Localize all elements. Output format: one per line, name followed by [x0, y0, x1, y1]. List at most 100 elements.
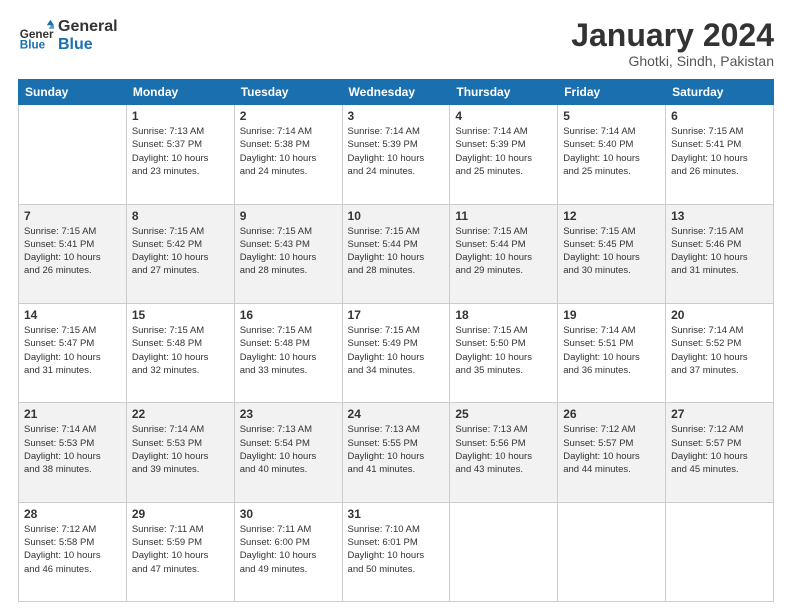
day-number: 15 [132, 308, 229, 322]
cell-content: Sunrise: 7:11 AMSunset: 5:59 PMDaylight:… [132, 523, 229, 576]
calendar-cell: 6Sunrise: 7:15 AMSunset: 5:41 PMDaylight… [666, 105, 774, 204]
calendar-header-friday: Friday [558, 80, 666, 105]
day-number: 28 [24, 507, 121, 521]
calendar-cell: 30Sunrise: 7:11 AMSunset: 6:00 PMDayligh… [234, 502, 342, 601]
calendar-cell: 15 Sunrise: 7:15 AMSunset: 5:48 PMDayligh… [126, 303, 234, 402]
day-number: 9 [240, 209, 337, 223]
day-number: 1 [132, 109, 229, 123]
calendar-cell: 19Sunrise: 7:14 AMSunset: 5:51 PMDayligh… [558, 303, 666, 402]
calendar-week-row: 28 Sunrise: 7:12 AMSunset: 5:58 PMDayligh… [19, 502, 774, 601]
day-number: 26 [563, 407, 660, 421]
cell-content: Sunrise: 7:12 AMSunset: 5:57 PMDaylight:… [671, 423, 768, 476]
cell-content: Sunrise: 7:13 AMSunset: 5:37 PMDaylight:… [132, 125, 229, 178]
calendar-table: SundayMondayTuesdayWednesdayThursdayFrid… [18, 79, 774, 602]
day-number: 20 [671, 308, 768, 322]
calendar-header-tuesday: Tuesday [234, 80, 342, 105]
cell-content: Sunrise: 7:15 AMSunset: 5:44 PMDaylight:… [455, 225, 552, 278]
calendar-cell: 25Sunrise: 7:13 AMSunset: 5:56 PMDayligh… [450, 403, 558, 502]
day-number: 29 [132, 507, 229, 521]
header: General Blue General Blue January 2024 G… [18, 18, 774, 69]
calendar-header-monday: Monday [126, 80, 234, 105]
calendar-cell: 7 Sunrise: 7:15 AMSunset: 5:41 PMDaylight… [19, 204, 127, 303]
calendar-week-row: 1 Sunrise: 7:13 AMSunset: 5:37 PMDaylight… [19, 105, 774, 204]
cell-content: Sunrise: 7:15 AMSunset: 5:43 PMDaylight:… [240, 225, 337, 278]
cell-content: Sunrise: 7:15 AMSunset: 5:49 PMDaylight:… [348, 324, 445, 377]
calendar-header-thursday: Thursday [450, 80, 558, 105]
day-number: 13 [671, 209, 768, 223]
day-number: 22 [132, 407, 229, 421]
day-number: 2 [240, 109, 337, 123]
calendar-cell: 27 Sunrise: 7:12 AMSunset: 5:57 PMDayligh… [666, 403, 774, 502]
calendar-cell: 26Sunrise: 7:12 AMSunset: 5:57 PMDayligh… [558, 403, 666, 502]
cell-content: Sunrise: 7:13 AMSunset: 5:56 PMDaylight:… [455, 423, 552, 476]
calendar-cell: 23 Sunrise: 7:13 AMSunset: 5:54 PMDayligh… [234, 403, 342, 502]
calendar-header-sunday: Sunday [19, 80, 127, 105]
calendar-cell: 28 Sunrise: 7:12 AMSunset: 5:58 PMDayligh… [19, 502, 127, 601]
day-number: 23 [240, 407, 337, 421]
cell-content: Sunrise: 7:15 AMSunset: 5:45 PMDaylight:… [563, 225, 660, 278]
calendar-cell: 24Sunrise: 7:13 AMSunset: 5:55 PMDayligh… [342, 403, 450, 502]
cell-content: Sunrise: 7:12 AMSunset: 5:58 PMDaylight:… [24, 523, 121, 576]
day-number: 11 [455, 209, 552, 223]
day-number: 16 [240, 308, 337, 322]
calendar-cell: 29 Sunrise: 7:11 AMSunset: 5:59 PMDayligh… [126, 502, 234, 601]
logo-general: General [58, 18, 118, 36]
cell-content: Sunrise: 7:13 AMSunset: 5:55 PMDaylight:… [348, 423, 445, 476]
calendar-header-row: SundayMondayTuesdayWednesdayThursdayFrid… [19, 80, 774, 105]
calendar-week-row: 7 Sunrise: 7:15 AMSunset: 5:41 PMDaylight… [19, 204, 774, 303]
cell-content: Sunrise: 7:14 AMSunset: 5:38 PMDaylight:… [240, 125, 337, 178]
calendar-cell: 9 Sunrise: 7:15 AMSunset: 5:43 PMDaylight… [234, 204, 342, 303]
cell-content: Sunrise: 7:14 AMSunset: 5:51 PMDaylight:… [563, 324, 660, 377]
cell-content: Sunrise: 7:15 AMSunset: 5:42 PMDaylight:… [132, 225, 229, 278]
day-number: 7 [24, 209, 121, 223]
calendar-cell [558, 502, 666, 601]
calendar-cell: 11 Sunrise: 7:15 AMSunset: 5:44 PMDayligh… [450, 204, 558, 303]
calendar-cell: 2 Sunrise: 7:14 AMSunset: 5:38 PMDaylight… [234, 105, 342, 204]
calendar-cell: 13 Sunrise: 7:15 AMSunset: 5:46 PMDayligh… [666, 204, 774, 303]
title-block: January 2024 Ghotki, Sindh, Pakistan [571, 18, 774, 69]
day-number: 8 [132, 209, 229, 223]
calendar-week-row: 21 Sunrise: 7:14 AMSunset: 5:53 PMDayligh… [19, 403, 774, 502]
calendar-header-saturday: Saturday [666, 80, 774, 105]
cell-content: Sunrise: 7:14 AMSunset: 5:39 PMDaylight:… [348, 125, 445, 178]
cell-content: Sunrise: 7:14 AMSunset: 5:53 PMDaylight:… [132, 423, 229, 476]
day-number: 3 [348, 109, 445, 123]
subtitle: Ghotki, Sindh, Pakistan [571, 53, 774, 69]
cell-content: Sunrise: 7:13 AMSunset: 5:54 PMDaylight:… [240, 423, 337, 476]
calendar-cell: 10 Sunrise: 7:15 AMSunset: 5:44 PMDayligh… [342, 204, 450, 303]
cell-content: Sunrise: 7:15 AMSunset: 5:50 PMDaylight:… [455, 324, 552, 377]
logo: General Blue General Blue [18, 18, 118, 54]
calendar-cell [19, 105, 127, 204]
calendar-cell: 17 Sunrise: 7:15 AMSunset: 5:49 PMDayligh… [342, 303, 450, 402]
calendar-cell: 3 Sunrise: 7:14 AMSunset: 5:39 PMDaylight… [342, 105, 450, 204]
calendar-cell: 22 Sunrise: 7:14 AMSunset: 5:53 PMDayligh… [126, 403, 234, 502]
day-number: 18 [455, 308, 552, 322]
day-number: 14 [24, 308, 121, 322]
day-number: 17 [348, 308, 445, 322]
day-number: 21 [24, 407, 121, 421]
cell-content: Sunrise: 7:15 AMSunset: 5:44 PMDaylight:… [348, 225, 445, 278]
cell-content: Sunrise: 7:15 AMSunset: 5:46 PMDaylight:… [671, 225, 768, 278]
cell-content: Sunrise: 7:15 AMSunset: 5:41 PMDaylight:… [24, 225, 121, 278]
cell-content: Sunrise: 7:15 AMSunset: 5:47 PMDaylight:… [24, 324, 121, 377]
cell-content: Sunrise: 7:14 AMSunset: 5:52 PMDaylight:… [671, 324, 768, 377]
day-number: 6 [671, 109, 768, 123]
calendar-cell [450, 502, 558, 601]
calendar-header-wednesday: Wednesday [342, 80, 450, 105]
logo-icon: General Blue [18, 18, 54, 54]
calendar-cell: 16 Sunrise: 7:15 AMSunset: 5:48 PMDayligh… [234, 303, 342, 402]
calendar-cell: 5Sunrise: 7:14 AMSunset: 5:40 PMDaylight… [558, 105, 666, 204]
day-number: 31 [348, 507, 445, 521]
calendar-cell: 21Sunrise: 7:14 AMSunset: 5:53 PMDayligh… [19, 403, 127, 502]
svg-text:Blue: Blue [20, 39, 46, 52]
day-number: 5 [563, 109, 660, 123]
calendar-cell: 31Sunrise: 7:10 AMSunset: 6:01 PMDayligh… [342, 502, 450, 601]
cell-content: Sunrise: 7:15 AMSunset: 5:48 PMDaylight:… [240, 324, 337, 377]
calendar-cell [666, 502, 774, 601]
day-number: 27 [671, 407, 768, 421]
cell-content: Sunrise: 7:14 AMSunset: 5:39 PMDaylight:… [455, 125, 552, 178]
day-number: 10 [348, 209, 445, 223]
logo-blue: Blue [58, 36, 118, 54]
cell-content: Sunrise: 7:15 AMSunset: 5:48 PMDaylight:… [132, 324, 229, 377]
calendar-cell: 1 Sunrise: 7:13 AMSunset: 5:37 PMDaylight… [126, 105, 234, 204]
